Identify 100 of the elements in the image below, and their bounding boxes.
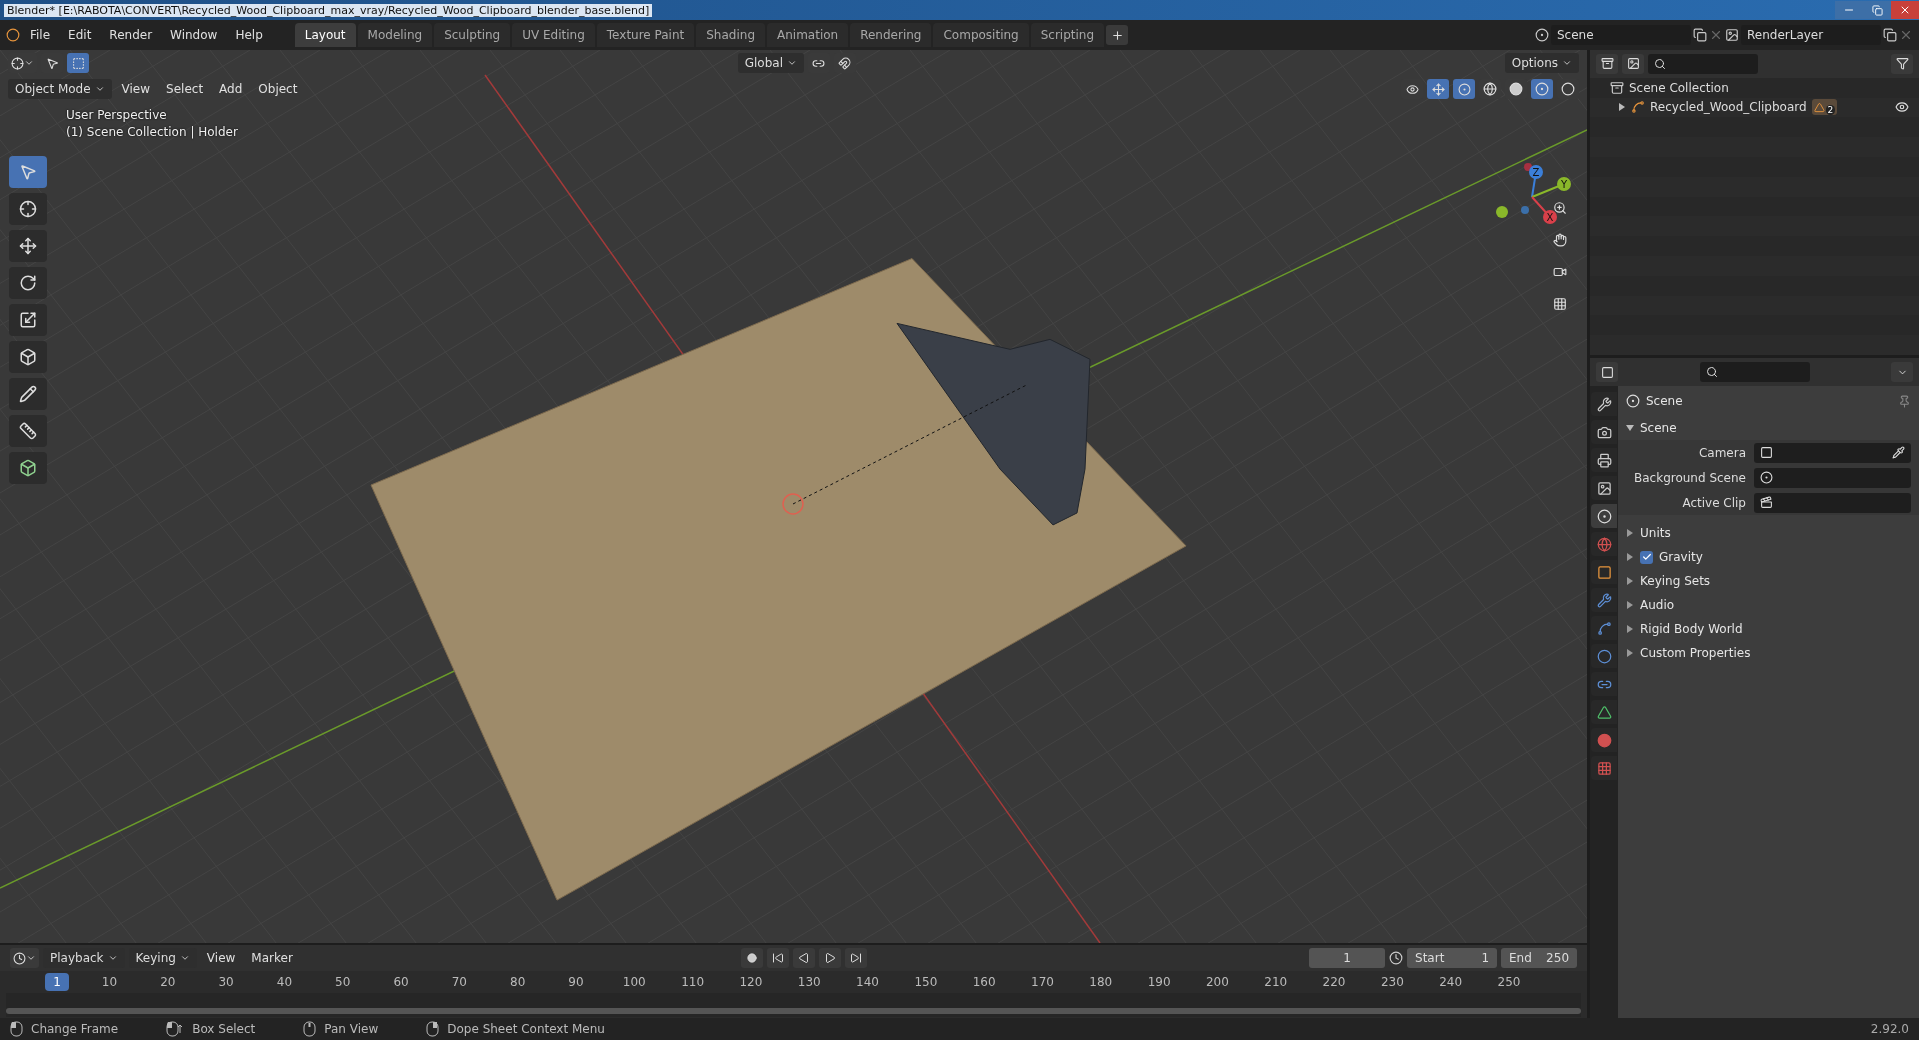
panel-title[interactable]: Custom Properties — [1640, 646, 1751, 660]
panel-title[interactable]: Keying Sets — [1640, 574, 1711, 588]
properties-tab[interactable] — [1591, 672, 1617, 696]
timeline-scrollbar[interactable] — [6, 1008, 1581, 1014]
record-button[interactable] — [740, 948, 763, 968]
menu-item[interactable]: File — [22, 25, 59, 45]
workspace-tab[interactable]: Shading — [696, 23, 765, 47]
editor-type-button[interactable] — [1596, 362, 1618, 382]
tool-button[interactable] — [9, 415, 47, 447]
editor-type-button[interactable] — [1596, 53, 1618, 74]
workspace-tab[interactable]: UV Editing — [512, 23, 595, 47]
menu-item[interactable]: Edit — [60, 25, 100, 45]
outliner-item[interactable]: Scene Collection — [1629, 80, 1729, 95]
properties-tab[interactable] — [1591, 560, 1617, 584]
properties-tab[interactable] — [1591, 616, 1617, 640]
options-dropdown[interactable]: Options — [1504, 53, 1579, 73]
axis-handle[interactable]: Y — [1531, 177, 1571, 198]
play-reverse-button[interactable] — [792, 948, 815, 968]
viewport-menu-item[interactable]: Add — [213, 82, 249, 96]
collapse-arrow-icon[interactable] — [1626, 553, 1634, 561]
collapse-arrow-icon[interactable] — [1626, 577, 1634, 585]
add-workspace-button[interactable] — [1106, 25, 1129, 45]
start-frame-field[interactable]: Start 1 — [1407, 948, 1497, 968]
axis-handle[interactable]: Z — [1529, 165, 1543, 198]
end-frame-field[interactable]: End 250 — [1501, 948, 1577, 968]
tool-button[interactable] — [9, 230, 47, 262]
panel-title[interactable]: Scene — [1640, 421, 1677, 435]
filter-button[interactable] — [1891, 53, 1913, 74]
menu-item[interactable]: Help — [227, 25, 271, 45]
workspace-tab[interactable]: Animation — [767, 23, 849, 47]
display-mode-button[interactable] — [1622, 53, 1644, 74]
app-logo-icon[interactable] — [6, 28, 20, 42]
timeline-menu-item[interactable]: View — [200, 951, 242, 965]
close-button[interactable] — [1891, 1, 1919, 19]
current-frame-marker[interactable]: 1 — [45, 973, 69, 991]
pin-icon[interactable] — [1898, 394, 1911, 408]
properties-tab[interactable] — [1591, 476, 1617, 500]
outliner-item[interactable]: Recycled_Wood_Clipboard — [1650, 100, 1807, 115]
panel-title[interactable]: Audio — [1640, 598, 1675, 612]
viewport-menu-item[interactable]: Object — [252, 82, 304, 96]
mode-dropdown[interactable]: Object Mode — [8, 79, 112, 99]
search-field[interactable] — [1648, 53, 1758, 74]
properties-tab[interactable] — [1591, 644, 1617, 668]
panel-title[interactable]: Units — [1640, 526, 1671, 540]
viewport-menu-item[interactable]: Select — [160, 82, 210, 96]
property-field[interactable] — [1754, 442, 1911, 463]
workspace-tab[interactable]: Rendering — [850, 23, 932, 47]
collapse-arrow-icon[interactable] — [1626, 529, 1634, 537]
workspace-tab[interactable]: Layout — [294, 23, 356, 47]
collapse-arrow-icon[interactable] — [1626, 601, 1634, 609]
workspace-tab[interactable]: Sculpting — [434, 23, 511, 47]
minimize-button[interactable] — [1835, 1, 1863, 19]
properties-tab[interactable] — [1591, 588, 1617, 612]
menu-item[interactable]: Window — [162, 25, 226, 45]
checkbox[interactable] — [1640, 550, 1653, 564]
tool-button[interactable] — [9, 193, 47, 225]
visibility-icon[interactable] — [1895, 100, 1909, 115]
workspace-tab[interactable]: Scripting — [1030, 23, 1105, 47]
axis-handle[interactable]: X — [1531, 196, 1557, 224]
timeline-menu-item[interactable]: Marker — [245, 951, 299, 965]
property-field[interactable] — [1754, 492, 1911, 513]
expand-arrow-icon[interactable] — [1626, 424, 1634, 432]
tool-button[interactable] — [9, 378, 47, 410]
restore-button[interactable] — [1863, 1, 1891, 19]
editor-type-button[interactable] — [10, 948, 39, 968]
axis-dot[interactable] — [1524, 163, 1532, 171]
gizmo-toggle-button[interactable] — [1427, 79, 1449, 99]
properties-tab[interactable] — [1591, 392, 1617, 416]
workspace-tab[interactable]: Modeling — [357, 23, 433, 47]
property-field[interactable] — [1754, 467, 1911, 488]
tool-button[interactable] — [9, 341, 47, 373]
render-layer-field[interactable]: RenderLayer — [1741, 25, 1881, 45]
workspace-tab[interactable]: Compositing — [933, 23, 1029, 47]
tool-button[interactable] — [9, 452, 47, 484]
properties-tab[interactable] — [1591, 420, 1617, 444]
expand-arrow-icon[interactable] — [1618, 103, 1626, 112]
workspace-tab[interactable]: Texture Paint — [596, 23, 695, 47]
panel-title[interactable]: Gravity — [1659, 550, 1703, 564]
properties-tab[interactable] — [1591, 504, 1617, 528]
axis-dot[interactable] — [1496, 206, 1508, 218]
copy-icon[interactable] — [1693, 28, 1707, 42]
viewport-menu-item[interactable]: View — [115, 82, 157, 96]
box-select-button[interactable] — [67, 53, 89, 73]
tool-button[interactable] — [9, 267, 47, 299]
jump-end-button[interactable] — [844, 948, 867, 968]
menu-item[interactable]: Render — [101, 25, 161, 45]
properties-tab[interactable] — [1591, 700, 1617, 724]
axis-dot[interactable] — [1521, 206, 1529, 214]
current-frame-field[interactable]: 1 — [1309, 948, 1385, 968]
collapse-arrow-icon[interactable] — [1626, 649, 1634, 657]
overlay-toggle-button[interactable] — [1453, 79, 1475, 99]
mesh-badge[interactable]: 2 — [1811, 99, 1838, 116]
jump-start-button[interactable] — [766, 948, 789, 968]
collapse-arrow-icon[interactable] — [1626, 625, 1634, 633]
play-button[interactable] — [818, 948, 841, 968]
scene-field[interactable]: Scene — [1551, 25, 1691, 45]
panel-title[interactable]: Rigid Body World — [1640, 622, 1743, 636]
shading-button[interactable] — [1531, 79, 1553, 99]
search-field[interactable] — [1699, 362, 1810, 382]
copy-icon[interactable] — [1883, 28, 1897, 42]
